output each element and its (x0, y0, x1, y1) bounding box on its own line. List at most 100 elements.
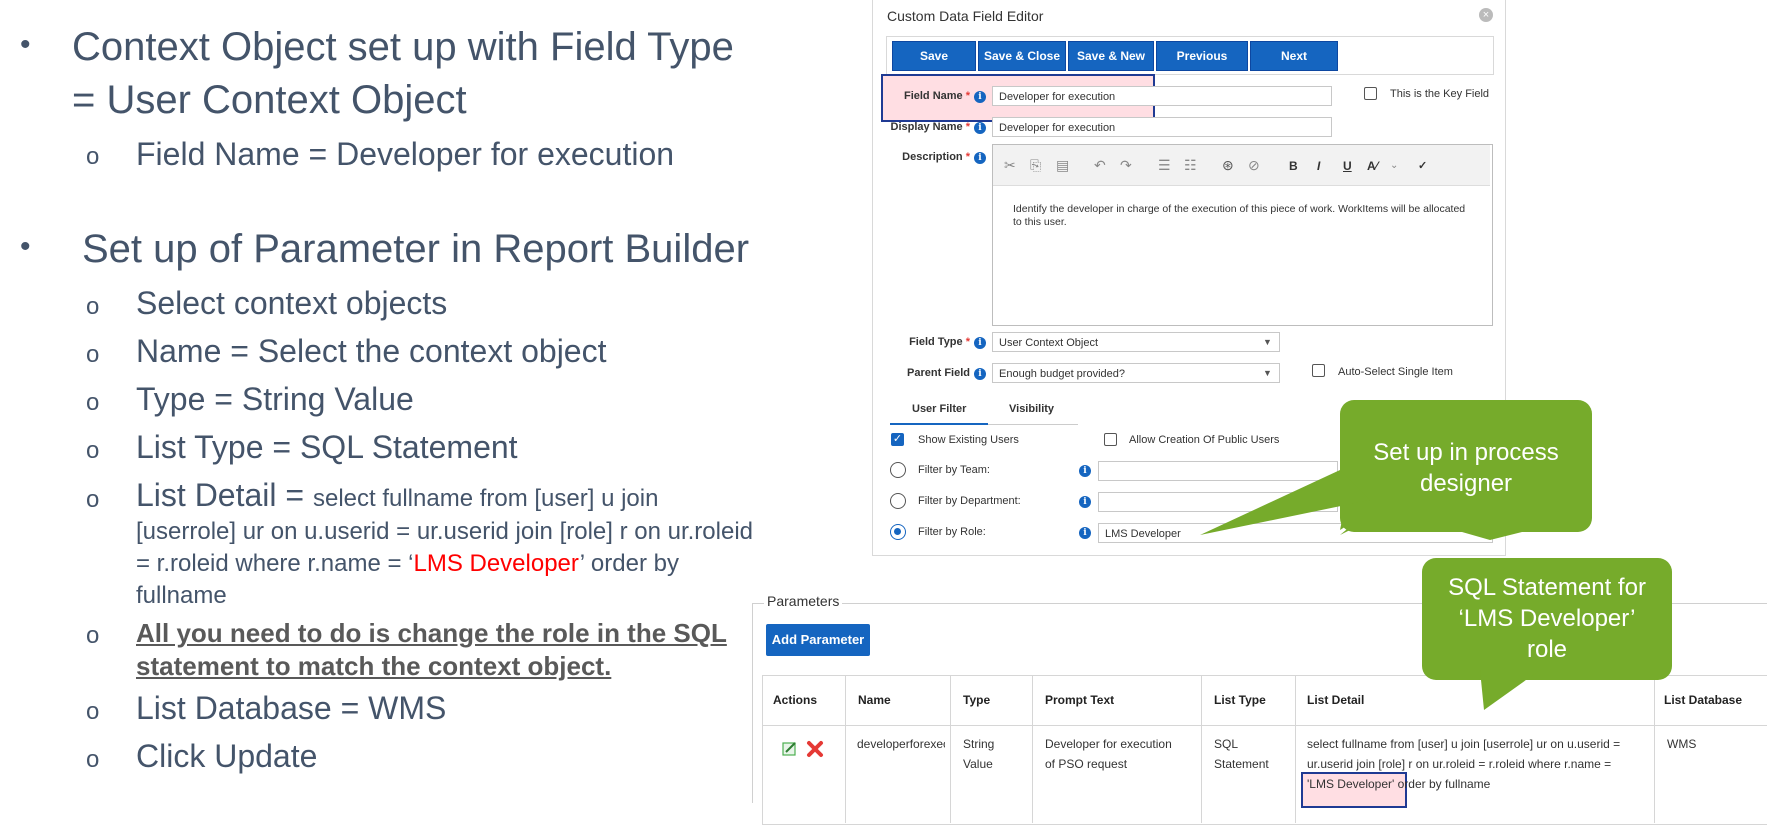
next-button[interactable]: Next (1250, 41, 1338, 71)
key-field-checkbox[interactable] (1364, 87, 1377, 100)
display-name-input[interactable]: Developer for execution (992, 117, 1332, 137)
redo-icon[interactable]: ↷ (1120, 157, 1132, 174)
row-detail-line3b: order by fullname (1394, 777, 1491, 791)
delete-icon[interactable] (806, 740, 824, 758)
previous-button[interactable]: Previous (1156, 41, 1248, 71)
info-icon[interactable]: i (974, 122, 986, 134)
sub-bullet-marker: o (86, 437, 100, 464)
sub-bullet-marker: o (86, 698, 100, 725)
list-detail-line3: = r.roleid where r.name = ‘LMS Developer… (136, 548, 679, 580)
note-line2: statement to match the context object. (136, 651, 612, 681)
filter-by-department-radio[interactable] (890, 493, 906, 509)
bullet2-title: Set up of Parameter in Report Builder (82, 227, 750, 271)
info-icon[interactable]: i (974, 337, 986, 349)
row-detail-line3: 'LMS Developer' order by fullname (1307, 775, 1490, 794)
list-detail-line1: select fullname from [user] u join (312, 485, 659, 512)
sub-bullet-marker: o (86, 389, 100, 416)
list-detail-role: LMS Developer (413, 550, 580, 577)
list-detail-line3a: = r.roleid where r.name = ‘ (136, 550, 414, 577)
info-icon[interactable]: i (1079, 527, 1091, 539)
add-parameter-button[interactable]: Add Parameter (766, 624, 870, 656)
parent-field-select[interactable]: Enough budget provided? (992, 363, 1280, 383)
bold-icon[interactable]: B (1289, 159, 1298, 173)
sql-callout-pointer (1480, 670, 1540, 710)
sql-statement-callout: SQL Statement for ‘LMS Developer’ role (1422, 558, 1672, 680)
info-icon[interactable]: i (974, 91, 986, 103)
bullet1-title-line1: Context Object set up with Field Type (72, 25, 734, 69)
save-close-button[interactable]: Save & Close (978, 41, 1066, 71)
cut-icon[interactable]: ✂ (1004, 157, 1016, 174)
edit-icon[interactable] (782, 741, 798, 757)
text-color-icon[interactable]: A⁄ (1367, 159, 1378, 173)
bullet-marker: • (20, 28, 31, 61)
sub-bullet-marker: o (86, 622, 100, 649)
auto-select-checkbox[interactable] (1312, 364, 1325, 377)
description-text[interactable]: Identify the developer in charge of the … (1013, 203, 1473, 229)
key-field-label: This is the Key Field (1390, 88, 1490, 100)
tab-visibility[interactable]: Visibility (1009, 403, 1054, 415)
bullet-list-icon[interactable]: ☷ (1184, 157, 1197, 174)
copy-icon[interactable]: ⎘ (1030, 157, 1041, 174)
info-icon[interactable]: i (1079, 465, 1091, 477)
item-click-update: Click Update (136, 738, 318, 774)
chevron-down-icon[interactable]: ▼ (1263, 368, 1272, 378)
underline-icon[interactable]: U (1343, 159, 1352, 173)
item-name: Name = Select the context object (136, 333, 607, 369)
close-icon[interactable]: × (1479, 8, 1493, 22)
process-callout-pointer (1200, 470, 1370, 535)
note-line1: All you need to do is change the role in… (136, 618, 727, 648)
row-detail-role: 'LMS Developer' (1307, 777, 1395, 791)
item-type: Type = String Value (136, 381, 414, 417)
save-button[interactable]: Save (892, 41, 976, 71)
process-designer-callout: Set up in process designer (1340, 400, 1592, 532)
chevron-down-icon[interactable]: ⌄ (1390, 160, 1398, 171)
row-list-type-line2: Statement (1214, 757, 1269, 771)
field-name-input[interactable]: Developer for execution (992, 86, 1332, 106)
callout-line1: Set up in process (1373, 439, 1559, 466)
sub-bullet-marker: o (86, 486, 100, 513)
info-icon[interactable]: i (974, 152, 986, 164)
save-new-button[interactable]: Save & New (1068, 41, 1154, 71)
info-icon[interactable]: i (974, 368, 986, 380)
header-prompt-text: Prompt Text (1045, 693, 1115, 707)
undo-icon[interactable]: ↶ (1094, 157, 1106, 174)
tab-divider (988, 424, 1078, 425)
header-type: Type (963, 693, 991, 707)
sql-callout-line1: SQL Statement for (1448, 574, 1646, 601)
item-list-database: List Database = WMS (136, 690, 447, 726)
filter-by-role-label: Filter by Role: (918, 526, 986, 538)
row-type-line1: String (963, 737, 995, 751)
italic-icon[interactable]: I (1317, 159, 1320, 173)
numbered-list-icon[interactable]: ☰ (1158, 157, 1171, 174)
show-existing-checkbox[interactable]: ✓ (891, 433, 904, 446)
filter-by-role-radio[interactable] (890, 524, 906, 540)
sub-bullet-marker: o (86, 341, 100, 368)
allow-public-checkbox[interactable] (1104, 433, 1117, 446)
tab-user-filter[interactable]: User Filter (912, 403, 966, 415)
sub-bullet-marker: o (86, 293, 100, 320)
sql-callout-line2: ‘LMS Developer’ (1458, 605, 1636, 632)
filter-by-team-radio[interactable] (890, 462, 906, 478)
spellcheck-icon[interactable]: ✓ (1418, 159, 1427, 172)
auto-select-label: Auto-Select Single Item (1338, 366, 1453, 378)
link-icon[interactable]: ⊛ (1222, 157, 1234, 174)
sql-callout-line3: role (1526, 636, 1568, 663)
unlink-icon[interactable]: ⊘ (1248, 157, 1260, 174)
params-border-left (752, 603, 753, 803)
field-type-select[interactable]: User Context Object (992, 332, 1280, 352)
list-detail-line3b: ’ order by (579, 550, 679, 577)
parent-field-label: Parent Field (907, 367, 970, 379)
show-existing-label: Show Existing Users (918, 434, 1019, 446)
filter-by-team-label: Filter by Team: (918, 464, 990, 476)
row-prompt-line2: of PSO request (1045, 757, 1128, 771)
info-icon[interactable]: i (1079, 496, 1091, 508)
chevron-down-icon[interactable]: ▼ (1263, 337, 1272, 347)
item-list-detail: List Detail = select fullname from [user… (136, 475, 836, 515)
filter-by-department-label: Filter by Department: (918, 495, 1021, 507)
callout-line2: designer (1419, 470, 1513, 497)
col-divider (845, 675, 846, 823)
display-name-label: Display Name * (890, 121, 971, 133)
parameters-title: Parameters (764, 593, 843, 609)
bullet1-title-line2: = User Context Object (72, 78, 467, 122)
paste-icon[interactable]: ▤ (1056, 157, 1069, 174)
